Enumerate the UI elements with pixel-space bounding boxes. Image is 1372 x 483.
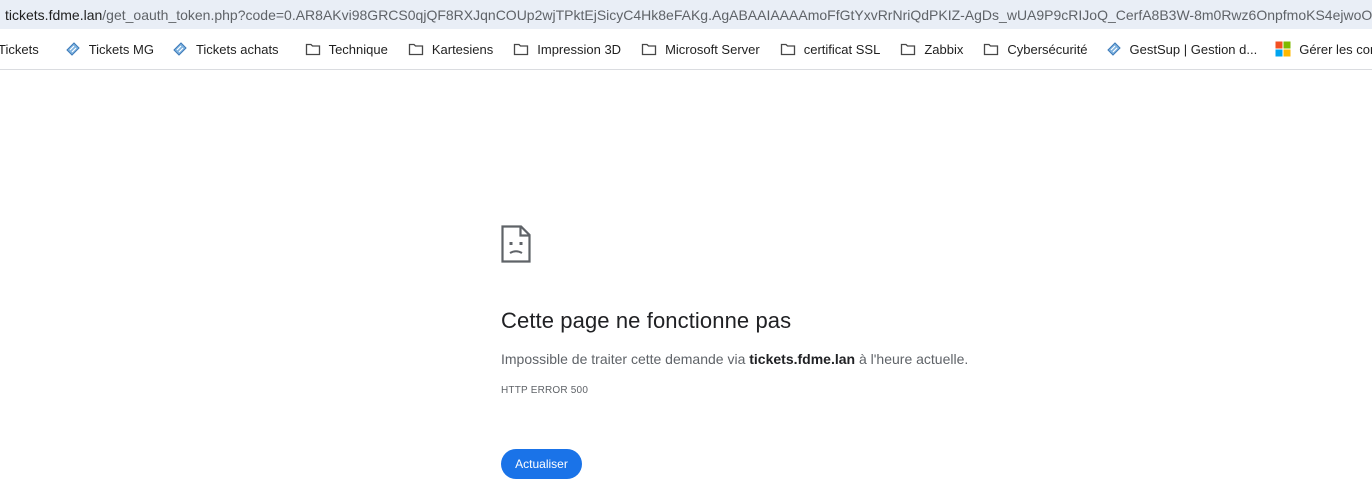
page-title: Cette page ne fonctionne pas [501,308,792,333]
bookmark-label: Zabbix [924,41,964,57]
bookmark-gestsup[interactable]: GestSup | Gestion d... [1098,35,1266,63]
folder-icon [408,43,423,56]
bookmark-label: GestSup | Gestion d... [1129,41,1258,57]
error-description-suffix: à l'heure actuelle. [855,351,969,367]
folder-icon [305,43,320,56]
error-description-prefix: Impossible de traiter cette demande via [501,351,750,367]
bookmark-impression-3d[interactable]: Impression 3D [505,35,629,63]
bookmark-label: Tickets MG [88,41,154,57]
error-description: Impossible de traiter cette demande via … [501,351,1101,367]
bookmark-technique[interactable]: Technique [297,35,396,63]
ticket-icon [65,42,80,56]
bookmark-microsoft-server[interactable]: Microsoft Server [633,35,768,63]
bookmark-kartesiens[interactable]: Kartesiens [400,35,501,63]
bookmark-label: Tickets achats [195,41,279,57]
folder-icon [901,43,916,56]
bookmark-certificat-ssl[interactable]: certificat SSL [772,35,889,63]
bookmark-label: Kartesiens [431,41,494,57]
bookmark-label: Tickets [0,41,39,57]
folder-icon [641,43,657,56]
url-host: tickets.fdme.lan [5,6,103,23]
error-code: HTTP ERROR 500 [501,385,589,396]
browser-chrome: tickets.fdme.lan/get_oauth_token.php?cod… [0,0,1372,70]
folder-icon [514,43,529,56]
microsoft-icon [1275,41,1291,57]
folder-icon [984,43,999,56]
bookmark-tickets-mg[interactable]: Tickets MG [57,35,162,63]
address-bar[interactable]: tickets.fdme.lan/get_oauth_token.php?cod… [0,0,1372,29]
bookmark-tickets-achats[interactable]: Tickets achats [164,35,287,63]
url-path: /get_oauth_token.php?code=0.AR8AKvi98GRC… [102,6,1372,23]
sad-page-icon [501,225,531,263]
folder-icon [780,43,795,56]
reload-button[interactable]: Actualiser [501,449,582,479]
ticket-icon [1106,42,1121,56]
bookmark-label: Cybersécurité [1007,41,1088,57]
bookmarks-bar: Tickets Tickets MG Tickets achats Techni… [0,29,1372,70]
ticket-icon [173,42,187,56]
bookmark-label: Microsoft Server [665,41,760,57]
bookmark-gerer-comptes[interactable]: Gérer les comptes d... [1267,35,1372,63]
bookmark-label: certificat SSL [803,41,881,57]
bookmark-label: Technique [328,41,388,57]
bookmark-cybersecurite[interactable]: Cybersécurité [975,35,1095,63]
bookmark-label: Gérer les comptes d... [1299,41,1372,57]
bookmark-tickets[interactable]: Tickets [0,35,47,63]
bookmark-label: Impression 3D [537,41,622,57]
error-host: tickets.fdme.lan [749,351,856,367]
bookmark-zabbix[interactable]: Zabbix [892,35,971,63]
error-panel: Cette page ne fonctionne pas Impossible … [501,225,1101,479]
